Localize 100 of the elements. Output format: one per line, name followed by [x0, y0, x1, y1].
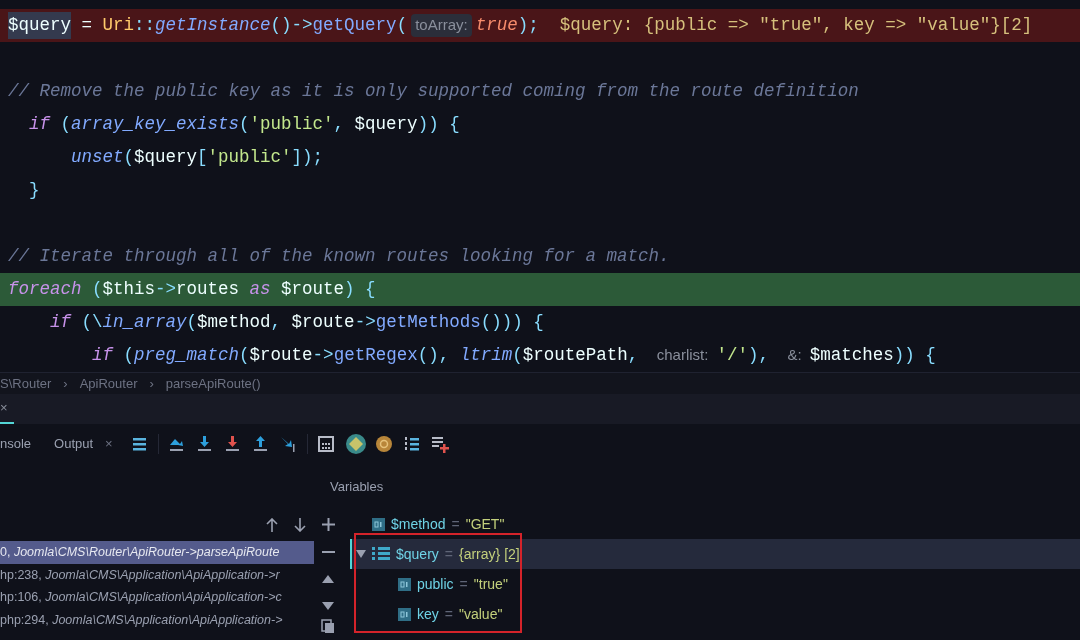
code-token: getRegex: [333, 344, 418, 368]
code-token: preg_match: [134, 344, 240, 368]
code-token: (: [122, 344, 135, 368]
breadcrumb-separator: ›: [63, 374, 68, 393]
variable-value: {array} [2]: [459, 544, 520, 564]
parameter-hint: &:: [786, 345, 803, 366]
variable-row[interactable]: $query = {array} [2]: [350, 539, 1080, 569]
calculator-icon[interactable]: [315, 434, 336, 454]
code-token: (: [123, 146, 135, 170]
code-token: '/': [716, 344, 748, 368]
code-token: (: [396, 14, 408, 38]
code-token: (: [239, 344, 250, 368]
code-token: (: [80, 311, 93, 335]
parameter-hint: toArray:: [411, 14, 472, 37]
code-token: true: [475, 14, 518, 38]
equals-sign: =: [444, 604, 453, 624]
code-token: array_key_exists: [71, 113, 240, 137]
variable-name: public: [417, 574, 454, 594]
panel-title: Variables: [330, 477, 384, 496]
code-token: $route: [291, 311, 355, 335]
code-token: $query: [354, 113, 418, 137]
code-token: ->: [354, 311, 376, 335]
code-token: (: [186, 311, 198, 335]
code-token: $query: {public => "true", key => "value"}[2]: [558, 14, 1033, 38]
panel-tab[interactable]: nsole: [0, 434, 32, 454]
code-token: $query: [134, 146, 198, 170]
code-token: getInstance: [155, 14, 271, 38]
close-icon[interactable]: ×: [105, 434, 113, 454]
field-icon: [398, 577, 411, 591]
code-comment: // Iterate through all of the known routes looking for a match.: [8, 245, 670, 269]
code-token: 'public': [207, 146, 292, 170]
variable-value: "value": [459, 604, 503, 624]
equals-sign: =: [451, 514, 460, 534]
remove-icon[interactable]: [321, 550, 335, 553]
code-token: (),: [417, 344, 451, 368]
code-token: $method: [197, 311, 271, 335]
arrow-up-icon[interactable]: [266, 518, 278, 532]
code-token: ::: [134, 14, 156, 38]
code-token: \: [92, 311, 103, 335]
code-token: [: [197, 146, 208, 170]
code-token: $route: [280, 278, 345, 302]
code-token: getQuery: [312, 14, 397, 38]
code-token: if: [91, 344, 114, 368]
arrow-down-icon[interactable]: [294, 518, 306, 532]
code-token: $routePath: [522, 344, 628, 368]
field-icon: [372, 517, 385, 531]
code-token: (: [239, 113, 250, 137]
variable-name: $method: [391, 514, 446, 534]
variable-name: key: [417, 604, 439, 624]
equals-sign: =: [459, 574, 468, 594]
code-token: unset: [70, 146, 124, 170]
code-token: ())) {: [480, 311, 544, 335]
code-token: $query: [8, 12, 71, 39]
parameter-hint: charlist:: [655, 345, 710, 366]
add-icon[interactable]: [321, 518, 335, 531]
move-up-icon[interactable]: [322, 574, 334, 583]
code-token: Uri: [102, 14, 135, 38]
variable-name: $query: [396, 544, 439, 564]
variable-row[interactable]: public = "true": [350, 569, 1080, 599]
breadcrumb-item[interactable]: parseApiRoute(): [165, 373, 261, 394]
expand-arrow-icon[interactable]: [356, 549, 366, 559]
breadcrumb-item[interactable]: ApiRouter: [79, 373, 138, 394]
breadcrumb-separator: ›: [149, 374, 154, 393]
code-token: ]);: [291, 146, 324, 170]
variable-row[interactable]: $method = "GET": [350, 509, 1080, 539]
code-token: ,: [333, 113, 346, 137]
code-token: 'public': [249, 113, 334, 137]
code-token: ()->: [270, 14, 313, 38]
move-down-icon[interactable]: [322, 601, 334, 610]
variable-value: "true": [473, 574, 508, 594]
stack-frame[interactable]: 0, Joomla\CMS\Router\ApiRouter->parseApiRoute: [0, 541, 314, 564]
breadcrumb-item[interactable]: S\Router: [0, 373, 52, 394]
code-token: ->: [155, 278, 177, 302]
code-token: )) {: [893, 344, 936, 368]
code-token: ,: [270, 311, 283, 335]
panel-tab[interactable]: Output: [54, 434, 94, 454]
variable-value: "GET": [465, 514, 505, 534]
stack-frame[interactable]: hp:238, Joomla\CMS\Application\ApiApplication->r: [0, 563, 314, 587]
code-comment: // Remove the public key as it is only supported coming from the route definition: [8, 80, 859, 104]
code-token: ,: [627, 344, 640, 368]
add-watch-icon[interactable]: [429, 434, 450, 454]
code-token: ) {: [344, 278, 376, 302]
variable-row[interactable]: key = "value": [350, 599, 1080, 629]
stack-frame[interactable]: hp:106, Joomla\CMS\Application\ApiApplication->c: [0, 586, 314, 609]
code-token: ->: [312, 344, 334, 368]
copy-icon[interactable]: [321, 619, 335, 633]
code-token: (: [91, 278, 103, 302]
code-token: getMethods: [375, 311, 481, 335]
code-token: (: [512, 344, 523, 368]
stack-frame[interactable]: php:294, Joomla\CMS\Application\ApiApplication->: [0, 608, 314, 632]
field-icon: [398, 607, 411, 621]
code-token: $this: [102, 278, 156, 302]
code-token: (: [59, 113, 72, 137]
code-token: =: [80, 14, 94, 38]
code-token: }: [28, 179, 40, 203]
list-icon: [372, 546, 390, 562]
equals-sign: =: [444, 544, 453, 564]
debug-tab[interactable]: ×: [0, 394, 14, 424]
code-token: if: [49, 311, 71, 335]
code-token: ltrim: [459, 344, 513, 368]
